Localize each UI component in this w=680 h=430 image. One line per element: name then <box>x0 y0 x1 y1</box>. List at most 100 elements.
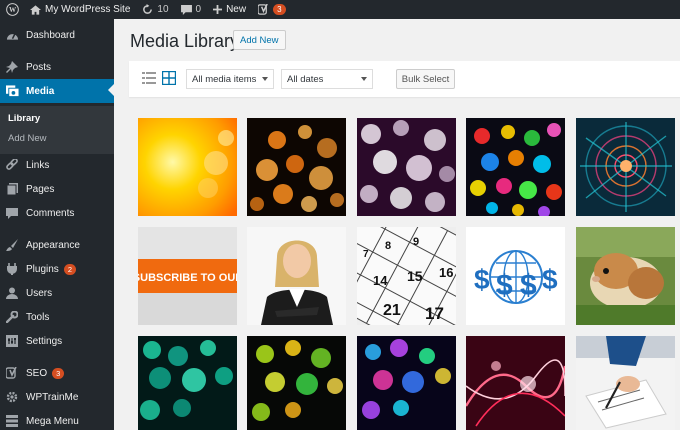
menu-item-tools[interactable]: Tools <box>0 306 114 328</box>
media-thumbnail[interactable] <box>576 118 675 216</box>
menu-label: Users <box>26 287 53 299</box>
dashboard-icon <box>4 27 20 43</box>
media-thumbnail[interactable] <box>247 336 346 430</box>
menu-label: Mega Menu <box>26 415 79 427</box>
menu-item-dashboard[interactable]: Dashboard <box>0 24 114 46</box>
bulk-select-button[interactable]: Bulk Select <box>396 69 455 89</box>
yoast-seo-link[interactable]: 3 <box>252 0 291 19</box>
menu-item-links[interactable]: Links <box>0 154 114 176</box>
site-name-link[interactable]: My WordPress Site <box>24 0 136 19</box>
brush-icon <box>4 237 20 253</box>
site-name: My WordPress Site <box>45 4 131 15</box>
media-thumbnail[interactable]: 7 8 9 14 15 16 21 17 <box>357 227 456 325</box>
svg-text:7: 7 <box>363 249 369 260</box>
menu-label: Tools <box>26 311 50 323</box>
menu-item-seo[interactable]: SEO 3 <box>0 362 114 384</box>
media-type-filter[interactable]: All media items <box>186 69 274 89</box>
main-content: Media Library Add New All media items Al… <box>114 19 680 430</box>
list-view-icon[interactable] <box>142 71 156 85</box>
submenu-add-new[interactable]: Add New <box>8 133 47 144</box>
refresh-icon <box>143 4 153 14</box>
megamenu-icon <box>4 413 20 429</box>
media-thumbnail[interactable] <box>576 336 675 430</box>
submenu-library[interactable]: Library <box>8 113 40 124</box>
media-thumbnail[interactable] <box>466 336 565 430</box>
media-thumbnail[interactable]: $ $ $ $ <box>466 227 565 325</box>
menu-item-mega-menu[interactable]: Mega Menu <box>0 410 114 430</box>
yoast-icon <box>4 365 20 381</box>
plus-icon <box>213 5 223 14</box>
comment-icon <box>4 205 20 221</box>
admin-sidebar: Dashboard Posts Media Library Add New Li… <box>0 19 114 430</box>
new-label: New <box>226 4 247 15</box>
menu-item-posts[interactable]: Posts <box>0 56 114 78</box>
admin-bar: W My WordPress Site 10 0 New 3 <box>0 0 680 19</box>
seo-count-badge: 3 <box>52 367 65 379</box>
settings-icon <box>4 333 20 349</box>
wrench-icon <box>4 309 20 325</box>
media-type-filter-value: All media items <box>192 73 257 85</box>
menu-label: Plugins <box>26 263 59 275</box>
menu-label: Media <box>26 85 55 97</box>
media-thumbnail[interactable] <box>138 118 237 216</box>
media-icon <box>4 83 20 99</box>
grid-view-icon[interactable] <box>161 70 177 86</box>
svg-text:$: $ <box>496 269 513 302</box>
svg-text:14: 14 <box>373 273 388 288</box>
menu-item-media[interactable]: Media <box>0 79 114 103</box>
subscribe-banner-text: SUBSCRIBE TO OUR <box>138 272 237 284</box>
comments-link[interactable]: 0 <box>175 0 208 19</box>
wordpress-logo-icon[interactable]: W <box>0 0 24 19</box>
chevron-down-icon <box>361 77 367 81</box>
menu-item-plugins[interactable]: Plugins 2 <box>0 258 114 280</box>
link-icon <box>4 157 20 173</box>
chevron-down-icon <box>262 77 268 81</box>
menu-item-appearance[interactable]: Appearance <box>0 234 114 256</box>
menu-label: Links <box>26 159 50 171</box>
updates-link[interactable]: 10 <box>136 0 174 19</box>
menu-label: Pages <box>26 183 55 195</box>
user-icon <box>4 285 20 301</box>
media-submenu: Library Add New <box>0 106 114 154</box>
page-title: Media Library <box>130 31 240 51</box>
menu-label: SEO <box>26 367 48 379</box>
home-icon <box>30 4 41 15</box>
svg-text:$: $ <box>542 264 558 295</box>
svg-text:W: W <box>8 6 16 14</box>
gear-icon <box>4 389 20 405</box>
menu-item-comments[interactable]: Comments <box>0 202 114 224</box>
svg-text:15: 15 <box>407 268 423 284</box>
pages-icon <box>4 181 20 197</box>
media-thumbnail[interactable] <box>357 118 456 216</box>
media-thumbnail[interactable] <box>466 118 565 216</box>
media-thumbnail[interactable] <box>357 336 456 430</box>
media-thumbnail[interactable] <box>247 227 346 325</box>
comments-count: 0 <box>195 4 202 15</box>
menu-label: Comments <box>26 207 75 219</box>
media-toolbar: All media items All dates Bulk Select <box>129 61 680 97</box>
plug-icon <box>4 261 20 277</box>
yoast-icon <box>258 4 268 15</box>
media-thumbnail[interactable] <box>576 227 675 325</box>
menu-item-users[interactable]: Users <box>0 282 114 304</box>
media-thumbnail[interactable] <box>247 118 346 216</box>
menu-label: Appearance <box>26 239 80 251</box>
menu-label: Posts <box>26 61 52 73</box>
svg-text:8: 8 <box>385 240 391 252</box>
svg-text:21: 21 <box>383 302 401 319</box>
svg-text:$: $ <box>474 264 490 295</box>
media-thumbnail[interactable] <box>138 336 237 430</box>
add-new-button[interactable]: Add New <box>233 30 286 50</box>
plugins-count-badge: 2 <box>63 263 76 275</box>
comment-icon <box>180 4 192 15</box>
date-filter[interactable]: All dates <box>281 69 373 89</box>
menu-item-pages[interactable]: Pages <box>0 178 114 200</box>
new-content-link[interactable]: New <box>207 0 252 19</box>
svg-text:9: 9 <box>413 236 419 248</box>
menu-label: Dashboard <box>26 29 75 41</box>
menu-item-settings[interactable]: Settings <box>0 330 114 352</box>
menu-label: Settings <box>26 335 63 347</box>
menu-item-wptrainme[interactable]: WPTrainMe <box>0 386 114 408</box>
media-thumbnail[interactable]: SUBSCRIBE TO OUR <box>138 227 237 325</box>
svg-text:17: 17 <box>425 304 444 323</box>
